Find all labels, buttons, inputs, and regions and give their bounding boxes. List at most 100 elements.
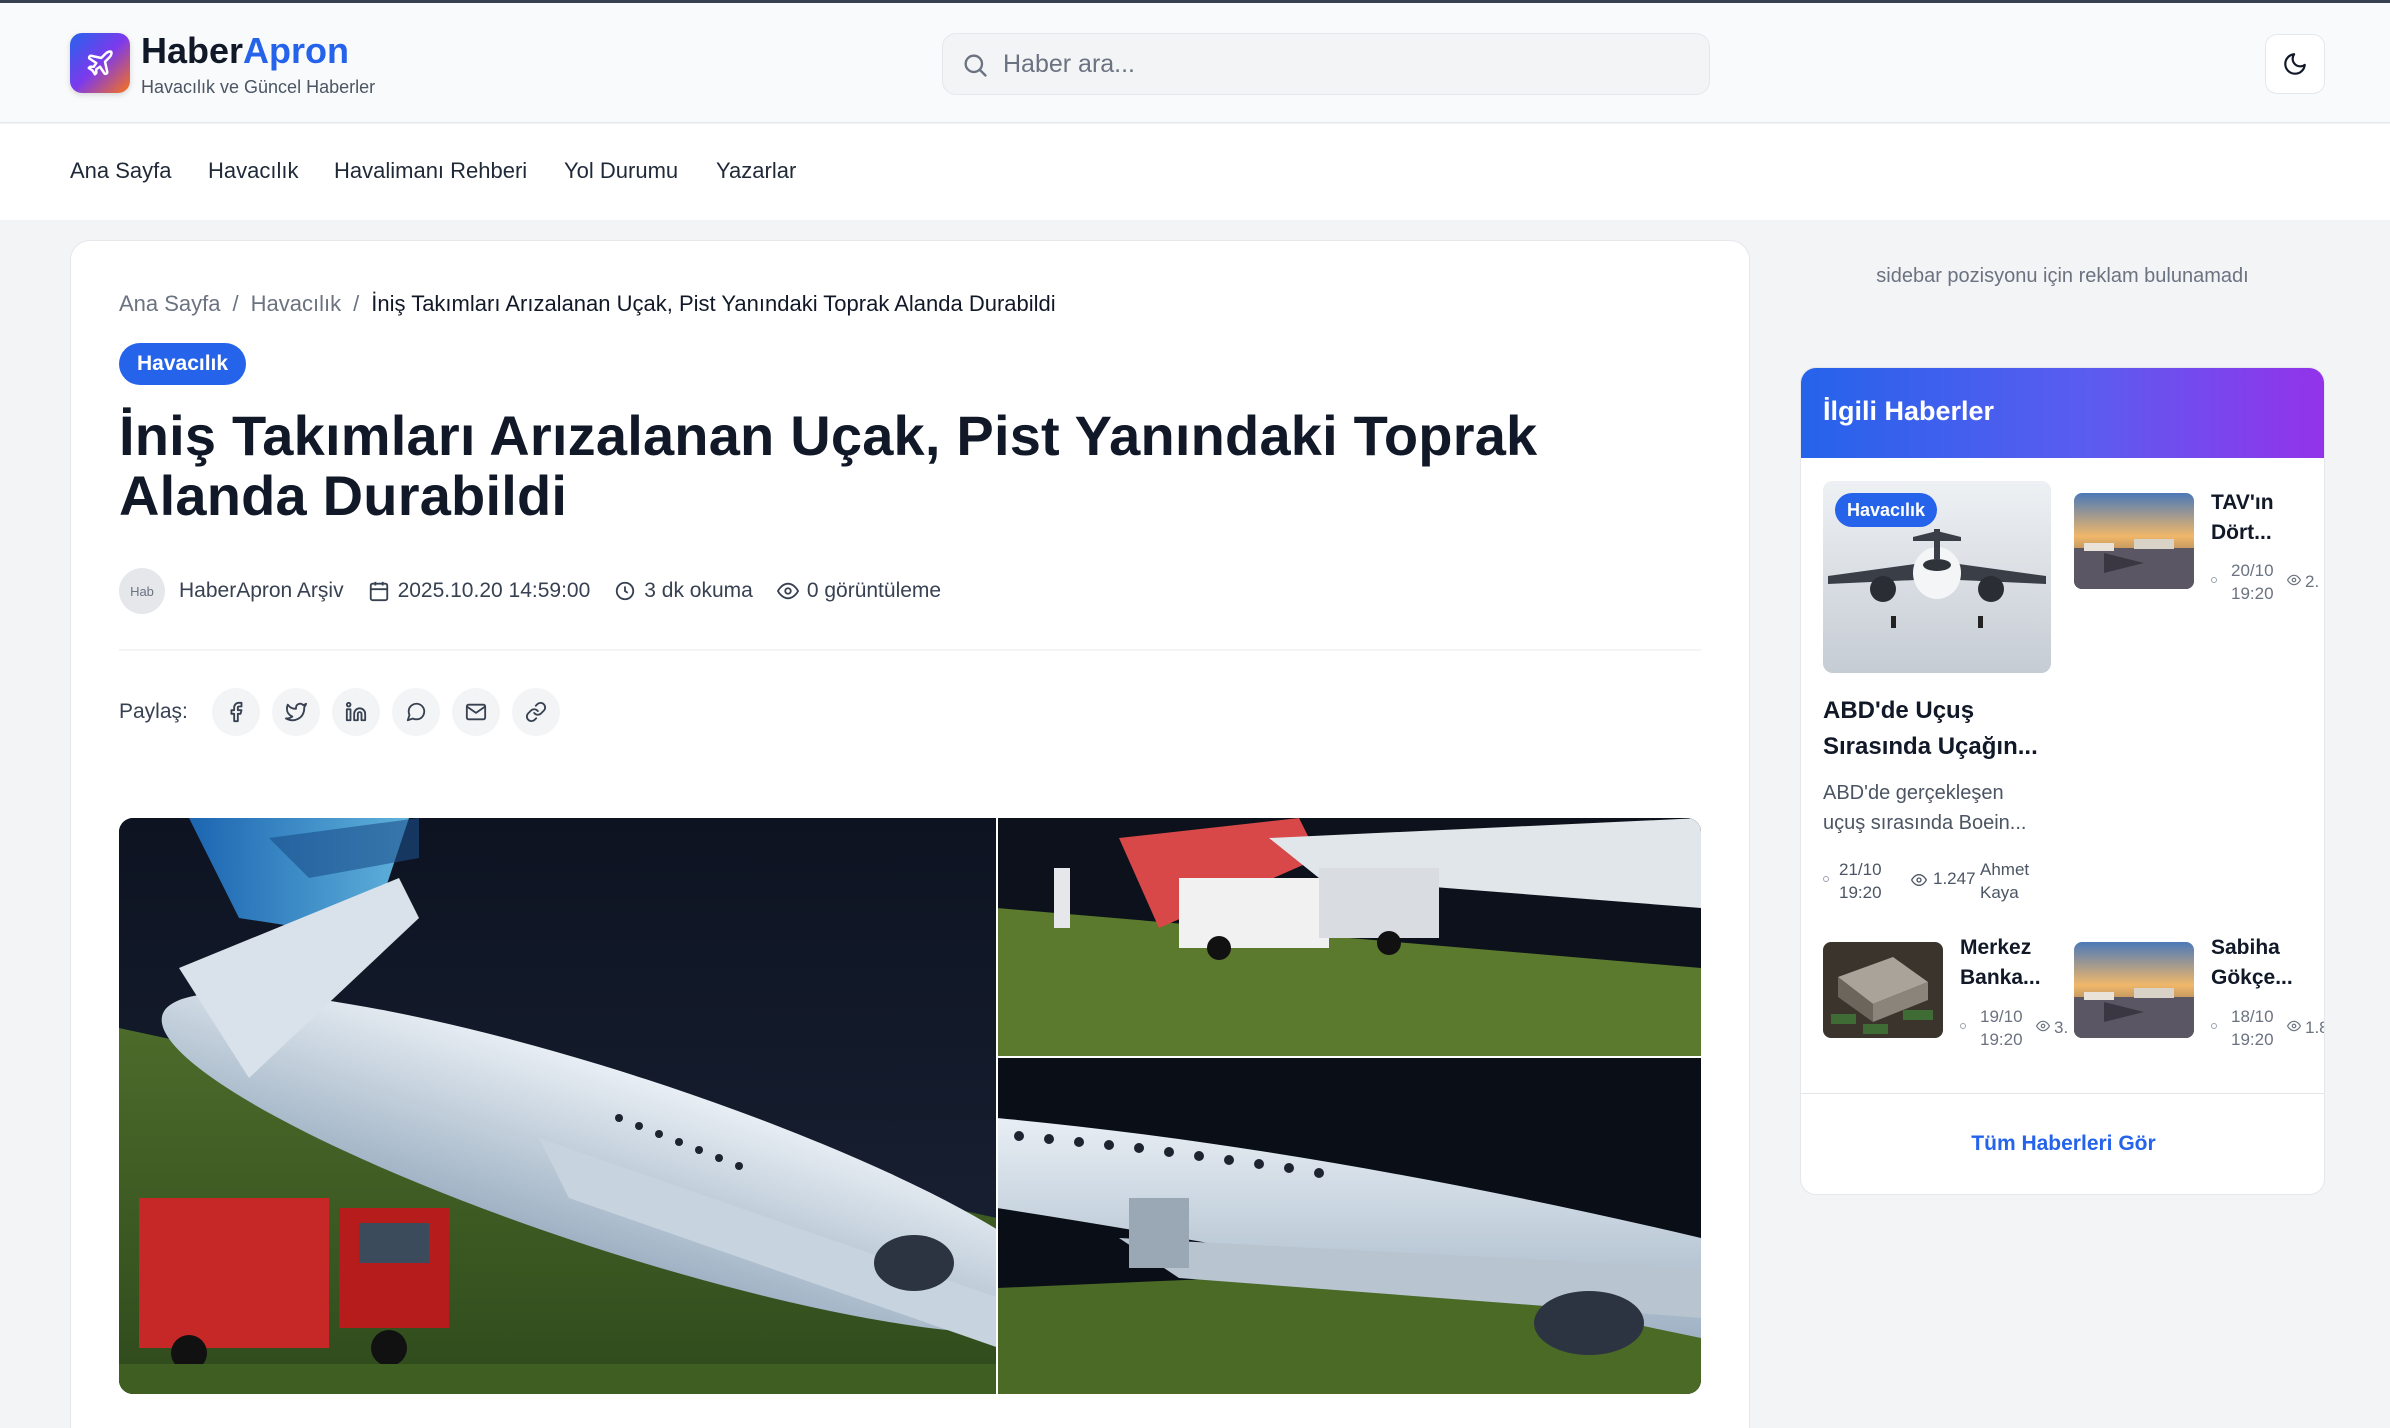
article-card: Ana Sayfa / Havacılık / İniş Takımları Arıza… bbox=[70, 240, 1750, 1428]
share-link-button[interactable] bbox=[511, 688, 560, 736]
related-item-date-line2: 19:20 bbox=[2231, 584, 2274, 603]
related-item-meta: 19/10 19:20 3. bbox=[1960, 1005, 2068, 1051]
brand-name[interactable]: HaberApron bbox=[141, 31, 349, 71]
clock-icon bbox=[1960, 1023, 1966, 1029]
share-facebook-button[interactable] bbox=[211, 688, 260, 736]
all-news-link[interactable]: Tüm Haberleri Gör bbox=[1801, 1132, 2324, 1156]
ad-placeholder-text: sidebar pozisyonu için reklam bulunamadı bbox=[1876, 265, 2249, 287]
share-label: Paylaş: bbox=[119, 700, 188, 723]
related-item-date-line2: 19:20 bbox=[1980, 1030, 2023, 1049]
linkedin-icon bbox=[345, 701, 366, 722]
eye-icon bbox=[2287, 1020, 2301, 1032]
share-whatsapp-button[interactable] bbox=[391, 688, 440, 736]
publish-date: 2025.10.20 14:59:00 bbox=[397, 579, 591, 602]
featured-desc-line2: uçuş sırasında Boein... bbox=[1823, 812, 2027, 834]
related-item-title[interactable]: Merkez Banka... bbox=[1960, 933, 2041, 993]
article-hero-image bbox=[119, 818, 1701, 1394]
related-item-title[interactable]: TAV'ın Dört... bbox=[2211, 488, 2274, 548]
related-item-date-line1: 19/10 bbox=[1980, 1007, 2023, 1026]
related-item-title-line1: Sabiha bbox=[2211, 936, 2280, 959]
article-meta: Hab HaberApron Arşiv 2025.10.20 14:59:00… bbox=[119, 567, 965, 615]
related-item-meta: 18/10 19:20 1.8 bbox=[2211, 1005, 2324, 1051]
author-avatar: Hab bbox=[119, 568, 165, 614]
related-item-title-line1: TAV'ın bbox=[2211, 491, 2274, 514]
eye-icon bbox=[1911, 873, 1927, 887]
featured-title-line1: ABD'de Uçuş bbox=[1823, 697, 1975, 724]
category-badge[interactable]: Havacılık bbox=[119, 343, 247, 385]
read-time: 3 dk okuma bbox=[644, 579, 753, 602]
nav-item-airport-guide[interactable]: Havalimanı Rehberi bbox=[334, 158, 527, 184]
related-item-title-line2: Dört... bbox=[2211, 521, 2272, 544]
brand-part2: Apron bbox=[243, 30, 350, 71]
brand-part1: Haber bbox=[141, 30, 244, 71]
related-item-title-line2: Banka... bbox=[1960, 966, 2041, 989]
site-header: HaberApron Havacılık ve Güncel Haberler bbox=[0, 3, 2390, 123]
mail-icon bbox=[465, 703, 486, 721]
related-news-title: İlgili Haberler bbox=[1823, 396, 1995, 426]
related-item-meta: 20/10 19:20 2. bbox=[2211, 559, 2324, 605]
featured-title-line2: Sırasında Uçağın... bbox=[1823, 733, 2038, 760]
breadcrumb: Ana Sayfa / Havacılık / İniş Takımları Arıza… bbox=[119, 291, 1056, 316]
nav-item-aviation[interactable]: Havacılık bbox=[208, 158, 298, 184]
twitter-icon bbox=[284, 702, 307, 722]
clock-icon bbox=[2211, 577, 2217, 583]
featured-news-title[interactable]: ABD'de Uçuş Sırasında Uçağın... bbox=[1823, 693, 2063, 765]
related-item-views: 2. bbox=[2305, 572, 2320, 591]
featured-news-badge[interactable]: Havacılık bbox=[1835, 493, 1938, 527]
eye-icon bbox=[2036, 1020, 2050, 1032]
related-item-title[interactable]: Sabiha Gökçe... bbox=[2211, 933, 2293, 993]
eye-icon bbox=[2287, 574, 2301, 586]
featured-views: 1.247 bbox=[1933, 869, 1976, 888]
nav-item-road-status[interactable]: Yol Durumu bbox=[564, 158, 678, 184]
related-item-date-line1: 18/10 bbox=[2231, 1007, 2274, 1026]
featured-author-line1: Ahmet bbox=[1980, 860, 2030, 879]
brand-tagline: Havacılık ve Güncel Haberler bbox=[141, 77, 376, 97]
related-item-thumbnail[interactable] bbox=[2074, 942, 2194, 1038]
facebook-icon bbox=[230, 701, 243, 723]
related-item-date-line1: 20/10 bbox=[2231, 561, 2274, 580]
featured-news-summary: ABD'de gerçekleşen uçuş sırasında Boein.… bbox=[1823, 778, 2063, 838]
nav-item-authors[interactable]: Yazarlar bbox=[716, 158, 796, 184]
related-item-title-line2: Gökçe... bbox=[2211, 966, 2293, 989]
clock-icon bbox=[2211, 1023, 2217, 1029]
search-box bbox=[942, 33, 1710, 95]
share-mail-button[interactable] bbox=[451, 688, 500, 736]
featured-news-image[interactable]: Havacılık bbox=[1823, 481, 2051, 673]
featured-date-line1: 21/10 bbox=[1839, 860, 1882, 879]
related-item-thumbnail[interactable] bbox=[2074, 493, 2194, 589]
breadcrumb-home[interactable]: Ana Sayfa bbox=[119, 291, 221, 316]
clock-icon bbox=[1823, 876, 1829, 882]
featured-date-line2: 19:20 bbox=[1839, 883, 1882, 902]
calendar-icon bbox=[369, 581, 388, 602]
main-nav: Ana Sayfa Havacılık Havalimanı Rehberi Y… bbox=[0, 124, 2390, 220]
related-item-views: 1.8 bbox=[2305, 1018, 2324, 1037]
related-item-date-line2: 19:20 bbox=[2231, 1030, 2274, 1049]
featured-desc-line1: ABD'de gerçekleşen bbox=[1823, 782, 2004, 804]
share-bar: Paylaş: bbox=[119, 688, 572, 736]
breadcrumb-category[interactable]: Havacılık bbox=[251, 291, 341, 316]
related-item-thumbnail[interactable] bbox=[1823, 942, 1943, 1038]
related-news-footer: Tüm Haberleri Gör bbox=[1801, 1093, 2324, 1194]
share-twitter-button[interactable] bbox=[271, 688, 320, 736]
meta-divider bbox=[119, 649, 1701, 651]
author-name[interactable]: HaberApron Arşiv bbox=[179, 579, 344, 603]
clock-icon bbox=[616, 581, 635, 601]
article-title: İniş Takımları Arızalanan Uçak, Pist Yan… bbox=[119, 404, 1538, 527]
search-input[interactable] bbox=[1003, 44, 1683, 84]
search-icon bbox=[964, 54, 987, 77]
related-item-views: 3. bbox=[2054, 1018, 2068, 1037]
related-news-widget: İlgili Haberler Havacılık ABD'de Uçuş Sı… bbox=[1800, 367, 2325, 1195]
view-count: 0 görüntüleme bbox=[806, 579, 942, 602]
related-news-header: İlgili Haberler bbox=[1801, 368, 2324, 458]
theme-toggle-button[interactable] bbox=[2265, 34, 2325, 94]
featured-author-line2: Kaya bbox=[1980, 883, 2019, 902]
eye-icon bbox=[776, 582, 799, 600]
nav-item-home[interactable]: Ana Sayfa bbox=[70, 158, 172, 184]
breadcrumb-current: İniş Takımları Arızalanan Uçak, Pist Yan… bbox=[371, 291, 1056, 316]
share-linkedin-button[interactable] bbox=[331, 688, 380, 736]
logo-icon[interactable] bbox=[70, 33, 130, 93]
whatsapp-icon bbox=[406, 702, 426, 722]
link-icon bbox=[525, 701, 546, 723]
moon-icon bbox=[2284, 53, 2306, 75]
related-item-title-line1: Merkez bbox=[1960, 936, 2032, 959]
